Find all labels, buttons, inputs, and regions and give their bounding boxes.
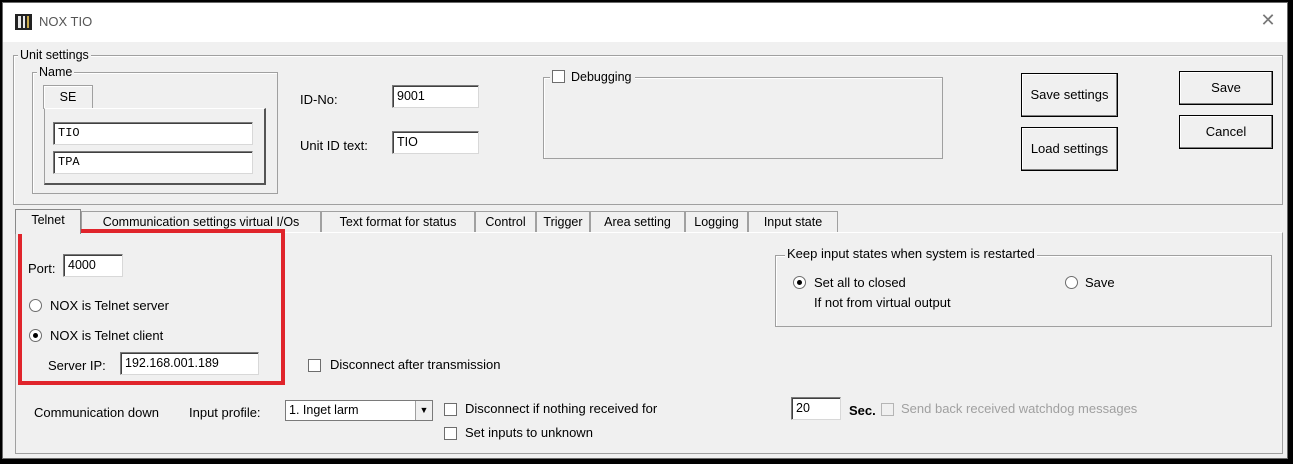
send-back-checkbox: [881, 403, 894, 416]
highlight-box: [18, 229, 285, 385]
save-label: Save: [1211, 80, 1241, 95]
disconnect-nothing-label: Disconnect if nothing received for: [465, 401, 658, 416]
seconds-label: Sec.: [849, 403, 876, 418]
input-profile-select[interactable]: 1. Inget larm ▼: [285, 400, 433, 421]
window-title: NOX TIO: [39, 14, 93, 29]
cancel-button[interactable]: Cancel: [1179, 115, 1273, 149]
debugging-label: Debugging: [571, 70, 632, 84]
keep-save-label: Save: [1085, 275, 1115, 290]
debugging-checkbox[interactable]: [552, 70, 565, 83]
keep-input-group: [775, 255, 1272, 327]
tab-area-setting[interactable]: Area setting: [590, 211, 685, 232]
tab-input-state-label: Input state: [763, 215, 823, 229]
load-settings-button[interactable]: Load settings: [1021, 127, 1118, 171]
save-settings-button[interactable]: Save settings: [1021, 73, 1118, 117]
tab-logging[interactable]: Logging: [685, 211, 748, 232]
chevron-down-icon[interactable]: ▼: [415, 401, 432, 420]
tab-telnet-label: Telnet: [31, 213, 65, 227]
name-field-2[interactable]: TPA: [53, 151, 253, 174]
unit-settings-legend: Unit settings: [18, 48, 91, 62]
tab-trigger-label: Trigger: [543, 215, 583, 229]
tab-input-state[interactable]: Input state: [748, 211, 838, 232]
id-no-input[interactable]: 9001: [392, 85, 479, 108]
cancel-label: Cancel: [1205, 124, 1247, 139]
save-button[interactable]: Save: [1179, 71, 1273, 105]
input-profile-value: 1. Inget larm: [289, 403, 359, 417]
tab-control[interactable]: Control: [475, 211, 536, 232]
debugging-group: [543, 77, 943, 159]
tab-telnet[interactable]: Telnet: [15, 209, 81, 234]
set-closed-radio[interactable]: [793, 276, 806, 289]
tab-text-format[interactable]: Text format for status: [321, 211, 475, 232]
close-icon[interactable]: ✕: [1257, 9, 1279, 31]
disconnect-after-label: Disconnect after transmission: [330, 357, 501, 372]
save-settings-label: Save settings: [1030, 87, 1109, 102]
send-back-label: Send back received watchdog messages: [901, 401, 1138, 416]
name-field-1[interactable]: TIO: [53, 122, 253, 145]
tab-communication-settings-label: Communication settings virtual I/Os: [102, 215, 300, 229]
not-from-virtual-label: If not from virtual output: [814, 295, 951, 310]
input-profile-label: Input profile:: [189, 405, 261, 420]
load-settings-label: Load settings: [1030, 141, 1109, 156]
title-bar: NOX TIO ✕: [3, 3, 1287, 42]
tab-control-label: Control: [485, 215, 526, 229]
disconnect-nothing-checkbox[interactable]: [444, 403, 457, 416]
tab-text-format-label: Text format for status: [339, 215, 457, 229]
keep-input-legend: Keep input states when system is restart…: [785, 246, 1037, 261]
tab-trigger[interactable]: Trigger: [536, 211, 590, 232]
name-legend: Name: [37, 65, 75, 79]
seconds-input[interactable]: 20: [791, 397, 841, 420]
set-inputs-unknown-checkbox[interactable]: [444, 427, 457, 440]
disconnect-after-checkbox[interactable]: [308, 359, 321, 372]
name-tab-se-label: SE: [59, 90, 77, 104]
name-tab-se[interactable]: SE: [43, 85, 93, 109]
unit-id-text-label: Unit ID text:: [300, 138, 368, 153]
communication-down-label: Communication down: [34, 405, 160, 420]
set-closed-label: Set all to closed: [814, 275, 906, 290]
debugging-legend: Debugging: [550, 70, 636, 84]
unit-id-text-input[interactable]: TIO: [392, 131, 479, 154]
set-inputs-unknown-label: Set inputs to unknown: [465, 425, 593, 440]
nox-app-icon: [15, 14, 32, 30]
tab-area-setting-label: Area setting: [604, 215, 671, 229]
id-no-label: ID-No:: [300, 92, 338, 107]
nox-tio-window: NOX TIO ✕ Unit settings Name SE TIO TPA …: [2, 2, 1288, 459]
tab-logging-label: Logging: [694, 215, 739, 229]
keep-save-radio[interactable]: [1065, 276, 1078, 289]
